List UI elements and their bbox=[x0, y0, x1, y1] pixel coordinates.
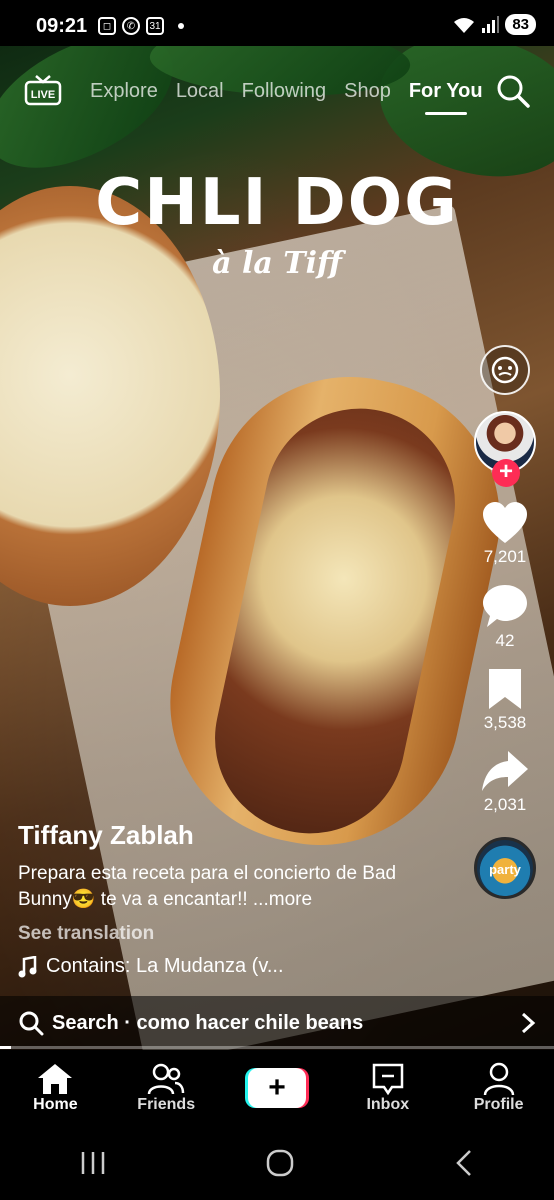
top-nav: LIVE Explore Local Following Shop For Yo… bbox=[0, 46, 554, 126]
music-disc[interactable]: party tyme bbox=[474, 837, 536, 899]
comment-action[interactable]: 42 bbox=[481, 583, 529, 651]
video-overlay-subtitle: à la Tiff bbox=[212, 246, 342, 281]
home-icon bbox=[38, 1064, 73, 1094]
battery-indicator: 83 bbox=[505, 14, 536, 35]
tab-following[interactable]: Following bbox=[242, 80, 326, 103]
profile-icon bbox=[483, 1062, 514, 1096]
bottom-nav: Home Friends + Inbox Profile bbox=[0, 1050, 554, 1126]
save-count: 3,538 bbox=[483, 713, 527, 732]
plus-icon: + bbox=[247, 1068, 306, 1108]
nav-home[interactable]: Home bbox=[0, 1050, 111, 1126]
video-progress-bar[interactable] bbox=[0, 1046, 554, 1049]
video-progress-fill bbox=[0, 1046, 12, 1049]
author-name[interactable]: Tiffany Zablah bbox=[18, 820, 438, 851]
tab-for-you[interactable]: For You bbox=[409, 80, 483, 115]
live-label: LIVE bbox=[31, 89, 55, 101]
screenshot-icon: ◻ bbox=[98, 17, 116, 35]
whatsapp-icon: ✆ bbox=[122, 17, 140, 35]
live-button[interactable]: LIVE bbox=[24, 72, 62, 106]
comment-icon[interactable] bbox=[481, 583, 529, 629]
calendar-day: 31 bbox=[149, 20, 161, 32]
create-button[interactable]: + bbox=[244, 1068, 309, 1108]
nav-friends[interactable]: Friends bbox=[111, 1050, 222, 1126]
action-column: + 7,201 42 3,538 2,031 party tyme bbox=[470, 345, 540, 899]
live-tv-icon: LIVE bbox=[24, 75, 62, 106]
system-nav-bar bbox=[0, 1126, 554, 1200]
nav-inbox[interactable]: Inbox bbox=[332, 1050, 443, 1126]
nav-home-label: Home bbox=[33, 1096, 78, 1113]
creator-avatar-group[interactable]: + bbox=[474, 411, 536, 487]
feed-tabs: Explore Local Following Shop For You bbox=[90, 80, 483, 115]
notification-icons: ◻ ✆ 31 bbox=[98, 17, 184, 35]
heart-icon[interactable] bbox=[481, 501, 529, 545]
search-button[interactable] bbox=[496, 74, 530, 108]
video-description[interactable]: Prepara esta receta para el concierto de… bbox=[18, 861, 438, 913]
effect-button[interactable] bbox=[480, 345, 530, 395]
comment-count: 42 bbox=[495, 631, 515, 650]
like-action[interactable]: 7,201 bbox=[481, 501, 529, 567]
see-translation-link[interactable]: See translation bbox=[18, 923, 438, 945]
search-suggestion-text: Search · como hacer chile beans bbox=[52, 1011, 364, 1034]
nav-inbox-label: Inbox bbox=[366, 1096, 410, 1113]
more-notifications-dot bbox=[178, 23, 184, 29]
share-count: 2,031 bbox=[483, 795, 527, 814]
friends-icon bbox=[147, 1063, 185, 1095]
search-icon bbox=[497, 75, 530, 108]
video-overlay-title: CHLI DOG bbox=[95, 166, 459, 240]
search-icon bbox=[19, 1011, 44, 1036]
music-note-icon bbox=[18, 955, 37, 977]
nav-friends-label: Friends bbox=[137, 1096, 196, 1113]
like-count: 7,201 bbox=[483, 547, 527, 566]
sound-title: Contains: La Mudanza (v... bbox=[46, 955, 284, 977]
tiktok-screen: 09:21 ◻ ✆ 31 83 CHLI DOG à la Tiff LIVE … bbox=[0, 0, 554, 1200]
status-time: 09:21 bbox=[36, 15, 88, 37]
system-status-icons: 83 bbox=[453, 14, 536, 35]
video-caption: Tiffany Zablah Prepara esta receta para … bbox=[18, 820, 438, 978]
bookmark-icon[interactable] bbox=[485, 667, 525, 711]
status-bar: 09:21 ◻ ✆ 31 83 bbox=[0, 0, 554, 46]
nav-create[interactable]: + bbox=[222, 1050, 333, 1126]
home-circle-icon[interactable] bbox=[265, 1148, 295, 1178]
tab-shop[interactable]: Shop bbox=[344, 80, 391, 103]
nav-profile-label: Profile bbox=[473, 1096, 524, 1113]
signal-icon bbox=[482, 15, 500, 33]
calendar-icon: 31 bbox=[146, 17, 164, 35]
recent-apps-icon[interactable] bbox=[78, 1150, 108, 1176]
back-icon[interactable] bbox=[452, 1148, 476, 1178]
search-suggestion-bar[interactable]: Search · como hacer chile beans bbox=[0, 996, 554, 1050]
share-action[interactable]: 2,031 bbox=[480, 749, 530, 815]
face-icon bbox=[491, 356, 519, 384]
tab-local[interactable]: Local bbox=[176, 80, 224, 103]
wifi-icon bbox=[454, 17, 475, 33]
chevron-right-icon bbox=[521, 1012, 536, 1034]
tab-explore[interactable]: Explore bbox=[90, 80, 158, 103]
sound-info[interactable]: Contains: La Mudanza (v... bbox=[18, 955, 438, 978]
inbox-icon bbox=[372, 1063, 404, 1096]
follow-button[interactable]: + bbox=[492, 459, 520, 487]
share-icon[interactable] bbox=[480, 749, 530, 793]
save-action[interactable]: 3,538 bbox=[483, 667, 527, 733]
nav-profile[interactable]: Profile bbox=[443, 1050, 554, 1126]
